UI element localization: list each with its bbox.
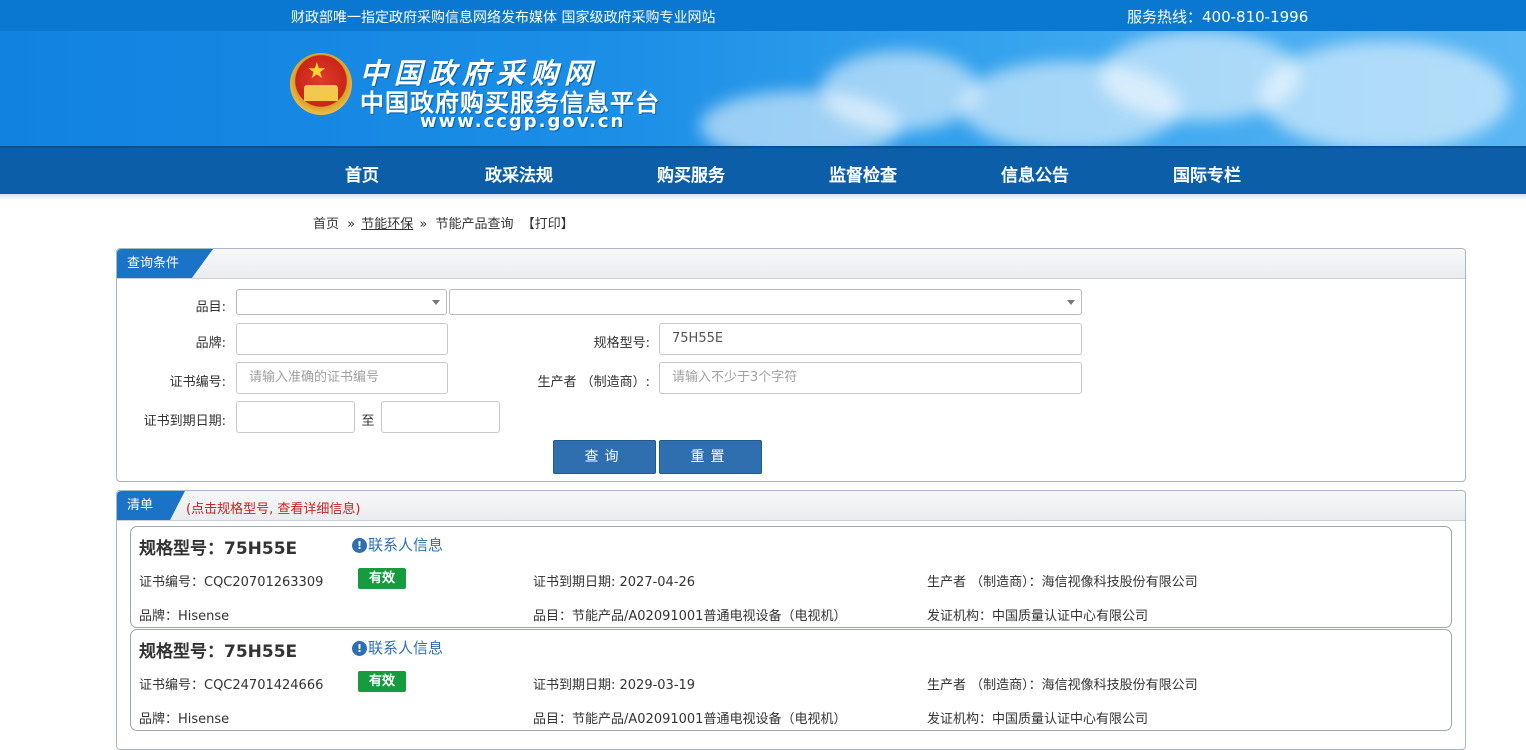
cert-number: 证书编号：CQC24701424666 [139, 678, 324, 693]
expiry-from-input[interactable] [236, 401, 355, 433]
manufacturer: 生产者 （制造商）：海信视像科技股份有限公司 [927, 678, 1198, 693]
nav-purchase-services[interactable]: 购买服务 [657, 161, 725, 186]
category: 品目：节能产品/A02091001普通电视设备（电视机） [533, 712, 847, 727]
nav-international[interactable]: 国际专栏 [1173, 161, 1241, 186]
brand-label: 品牌: [195, 336, 226, 351]
nav-announcements[interactable]: 信息公告 [1001, 161, 1069, 186]
service-hotline: 服务热线：400-810-1996 [1127, 8, 1309, 26]
breadcrumb-current: 节能产品查询 [435, 217, 514, 232]
cert-label: 证书编号: [169, 375, 226, 390]
expiry-to-input[interactable] [381, 401, 500, 433]
brand: 品牌：Hisense [139, 609, 230, 624]
reset-button[interactable]: 重置 [659, 440, 762, 474]
chevron-down-icon [1067, 300, 1075, 305]
category-label: 品目: [195, 300, 226, 315]
model-link[interactable]: 规格型号：75H55E [139, 637, 297, 662]
header-banner: ★ 中国政府采购网 中国政府购买服务信息平台 www.ccgp.gov.cn [0, 31, 1526, 146]
list-item: 规格型号：75H55E ! 联系人信息 证书编号：CQC24701424666 有… [130, 629, 1452, 731]
status-badge: 有效 [358, 671, 406, 692]
status-badge: 有效 [358, 568, 406, 589]
breadcrumb-section[interactable]: 节能环保 [361, 217, 413, 232]
model-link[interactable]: 规格型号：75H55E [139, 534, 297, 559]
expiry-date: 证书到期日期: 2029-03-19 [533, 678, 696, 693]
chevron-down-icon [432, 300, 440, 305]
maker-label: 生产者 （制造商）: [537, 375, 650, 390]
model-label: 规格型号: [593, 336, 650, 351]
issuer: 发证机构：中国质量认证中心有限公司 [927, 712, 1149, 727]
cert-number-input[interactable]: 请输入准确的证书编号 [236, 362, 448, 394]
nav-home[interactable]: 首页 [345, 161, 379, 186]
to-label: 至 [361, 414, 375, 429]
query-tab: 查询条件 [117, 249, 213, 278]
maker-input[interactable]: 请输入不少于3个字符 [659, 362, 1082, 394]
info-icon: ! [352, 641, 367, 656]
breadcrumb-home[interactable]: 首页 [313, 217, 339, 232]
site-url: www.ccgp.gov.cn [420, 111, 626, 132]
national-emblem-icon: ★ [290, 53, 352, 115]
list-item: 规格型号：75H55E ! 联系人信息 证书编号：CQC20701263309 有… [130, 526, 1452, 628]
manufacturer: 生产者 （制造商）：海信视像科技股份有限公司 [927, 575, 1198, 590]
category-select[interactable] [236, 289, 447, 315]
nav-regulations[interactable]: 政采法规 [485, 161, 553, 186]
category: 品目：节能产品/A02091001普通电视设备（电视机） [533, 609, 847, 624]
expiry-label: 证书到期日期: [143, 414, 226, 429]
cert-number: 证书编号：CQC20701263309 [139, 575, 324, 590]
print-link[interactable]: 【打印】 [522, 217, 574, 232]
list-tab: 清单 [117, 491, 185, 520]
expiry-date: 证书到期日期: 2027-04-26 [533, 575, 696, 590]
contact-info-link[interactable]: ! 联系人信息 [352, 637, 443, 658]
list-hint: (点击规格型号, 查看详细信息) [186, 502, 361, 517]
site-slogan: 财政部唯一指定政府采购信息网络发布媒体 国家级政府采购专业网站 [291, 10, 716, 26]
subcategory-select[interactable] [449, 289, 1082, 315]
issuer: 发证机构：中国质量认证中心有限公司 [927, 609, 1149, 624]
info-icon: ! [352, 538, 367, 553]
search-button[interactable]: 查询 [553, 440, 656, 474]
top-bar: 财政部唯一指定政府采购信息网络发布媒体 国家级政府采购专业网站 服务热线：400… [0, 0, 1526, 31]
brand: 品牌：Hisense [139, 712, 230, 727]
nav-supervision[interactable]: 监督检查 [829, 161, 897, 186]
breadcrumb: 首页 » 节能环保 » 节能产品查询 【打印】 [313, 217, 574, 232]
model-input[interactable]: 75H55E [659, 323, 1082, 355]
brand-input[interactable] [236, 323, 448, 355]
main-nav: 首页 政采法规 购买服务 监督检查 信息公告 国际专栏 [0, 146, 1526, 194]
contact-info-link[interactable]: ! 联系人信息 [352, 534, 443, 555]
